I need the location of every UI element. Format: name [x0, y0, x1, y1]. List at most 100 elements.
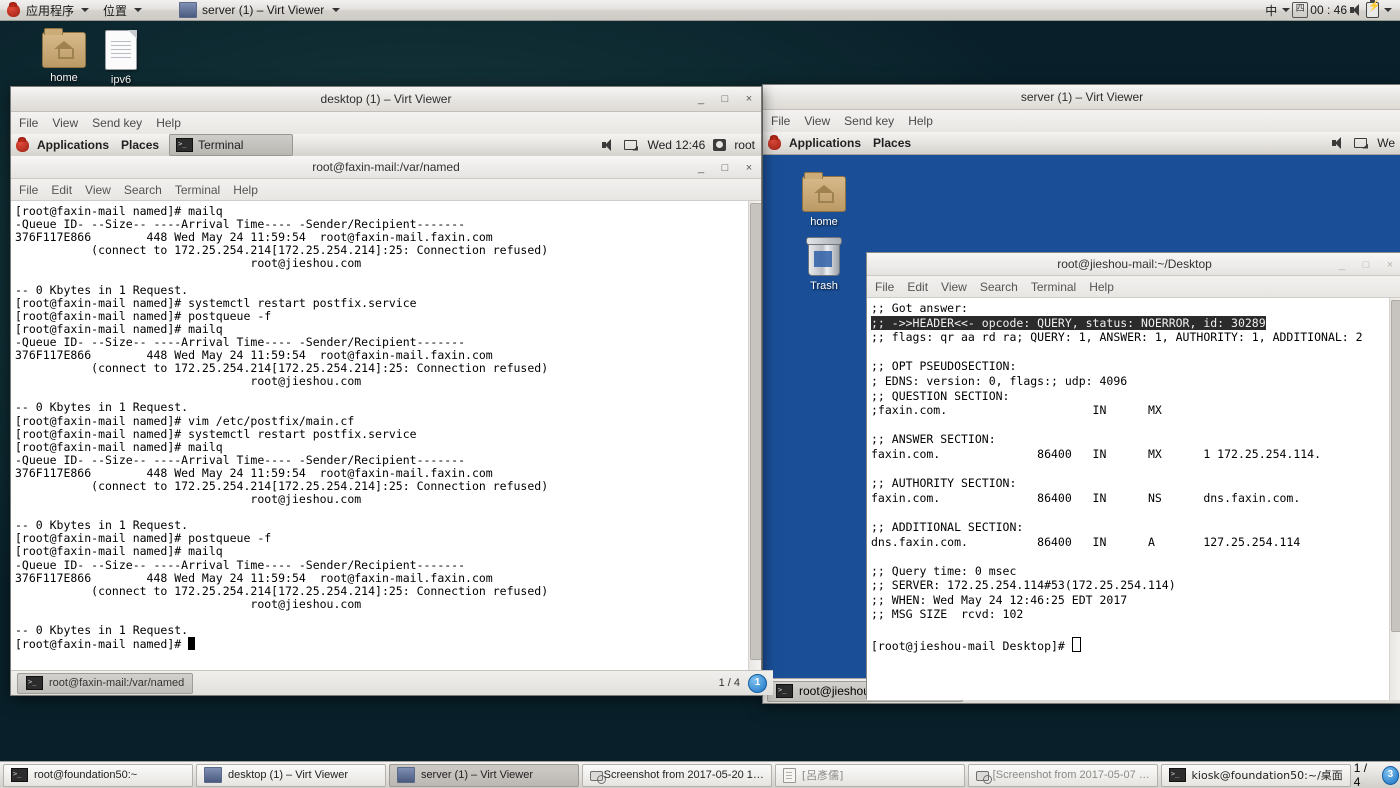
terminal-line: [root@faxin-mail named]# postqueue -f: [15, 308, 272, 323]
user-avatar-icon[interactable]: [713, 139, 727, 151]
menu-file[interactable]: File: [19, 183, 38, 197]
server-window-titlebar[interactable]: server (1) – Virt Viewer: [763, 85, 1400, 110]
desktop-icon-ipv6[interactable]: ipv6: [85, 30, 157, 86]
faxin-terminal-title: root@faxin-mail:/var/named: [312, 160, 460, 174]
applications-menu[interactable]: 应用程序: [0, 0, 96, 20]
statusbar-task-button[interactable]: >_ root@faxin-mail:/var/named: [17, 672, 194, 694]
menu-edit[interactable]: Edit: [907, 280, 928, 294]
guest-clock-label[interactable]: Wed 12:46: [647, 138, 705, 152]
battery-icon[interactable]: [1366, 0, 1380, 18]
menu-search[interactable]: Search: [124, 183, 162, 197]
terminal-scrollbar[interactable]: [1389, 298, 1400, 700]
taskbar-item-label: root@foundation50:~: [34, 769, 138, 781]
menu-send-key[interactable]: Send key: [92, 116, 142, 130]
chevron-down-icon[interactable]: [1384, 8, 1392, 12]
guest-clock-label[interactable]: We: [1377, 136, 1395, 150]
maximize-button[interactable]: □: [719, 162, 731, 174]
terminal-scrollbar[interactable]: [748, 201, 761, 678]
network-icon[interactable]: [624, 139, 639, 152]
active-window-menu[interactable]: server (1) – Virt Viewer: [179, 2, 341, 18]
jieshou-terminal-window[interactable]: root@jieshou-mail:~/Desktop _ □ × File E…: [866, 252, 1400, 700]
terminal-line: ;; WHEN: Wed May 24 12:46:25 EDT 2017: [871, 592, 1128, 607]
guest-places-menu[interactable]: Places: [867, 132, 917, 154]
input-method-indicator[interactable]: 中: [1265, 2, 1277, 19]
menu-help[interactable]: Help: [233, 183, 258, 197]
menu-file[interactable]: File: [19, 116, 38, 130]
network-icon[interactable]: [1354, 137, 1369, 150]
taskbar-item-3[interactable]: Screenshot from 2017-05-20 1…: [581, 763, 772, 787]
taskbar-item-label: [呂彥儒]: [801, 769, 844, 782]
terminal-line: ;; flags: qr aa rd ra; QUERY: 1, ANSWER:…: [871, 330, 1363, 345]
taskbar-item-0[interactable]: >_ root@foundation50:~: [3, 763, 193, 787]
workspace-indicator: 1 / 4: [1353, 761, 1368, 788]
taskbar-item-5[interactable]: [Screenshot from 2017-05-07 …: [967, 763, 1158, 787]
minimize-button[interactable]: _: [695, 162, 707, 174]
bottom-taskbar: >_ root@foundation50:~ desktop (1) – Vir…: [0, 761, 1400, 788]
faxin-terminal-titlebar[interactable]: root@faxin-mail:/var/named _ □ ×: [11, 156, 761, 179]
minimize-button[interactable]: _: [695, 93, 707, 105]
image-viewer-icon: [975, 769, 992, 784]
places-menu[interactable]: 位置: [96, 0, 149, 20]
menu-view[interactable]: View: [52, 116, 78, 130]
close-button[interactable]: ×: [743, 162, 755, 174]
terminal-icon: >_: [176, 138, 194, 152]
terminal-line: 376F117E866 448 Wed May 24 11:59:54 root…: [15, 570, 493, 585]
terminal-line: [root@faxin-mail named]#: [15, 637, 761, 651]
menu-terminal[interactable]: Terminal: [1031, 280, 1076, 294]
jieshou-terminal-output[interactable]: ;; Got answer:;; ->>HEADER<<- opcode: QU…: [867, 298, 1400, 700]
menu-help[interactable]: Help: [156, 116, 181, 130]
faxin-terminal-output[interactable]: [root@faxin-mail named]# mailq -Queue ID-…: [11, 201, 761, 678]
menu-view[interactable]: View: [941, 280, 967, 294]
maximize-button[interactable]: □: [1360, 259, 1372, 271]
jieshou-terminal-window-buttons: _ □ ×: [1336, 253, 1396, 277]
guest-places-menu[interactable]: Places: [115, 134, 165, 156]
desktop-virt-viewer-window[interactable]: desktop (1) – Virt Viewer _ □ × File Vie…: [10, 86, 773, 696]
taskbar-item-2[interactable]: server (1) – Virt Viewer: [388, 763, 579, 787]
menu-search[interactable]: Search: [980, 280, 1018, 294]
desktop-window-buttons: _ □ ×: [695, 87, 755, 111]
menu-help[interactable]: Help: [1089, 280, 1114, 294]
guest-desktop-icon-home[interactable]: home: [788, 172, 860, 228]
close-button[interactable]: ×: [743, 93, 755, 105]
jieshou-terminal-menubar: File Edit View Search Terminal Help: [867, 276, 1400, 298]
menu-file[interactable]: File: [771, 114, 790, 128]
chevron-down-icon[interactable]: [1282, 8, 1291, 12]
taskbar-item-1[interactable]: desktop (1) – Virt Viewer: [195, 763, 386, 787]
taskbar-item-label: Screenshot from 2017-05-20 1…: [603, 769, 764, 781]
menu-help[interactable]: Help: [908, 114, 933, 128]
minimize-button[interactable]: _: [1336, 259, 1348, 271]
terminal-cursor: [1071, 636, 1081, 652]
guest-applications-menu[interactable]: Applications: [783, 132, 867, 154]
terminal-line: ;; ANSWER SECTION:: [871, 432, 996, 447]
guest-applications-menu[interactable]: Applications: [31, 134, 115, 156]
redhat-logo-icon: [768, 134, 781, 150]
status-badge[interactable]: 3: [1381, 765, 1399, 785]
menu-edit[interactable]: Edit: [51, 183, 72, 197]
guest-user-label[interactable]: root: [734, 138, 755, 152]
taskbar-item-6[interactable]: >_ kiosk@foundation50:~/桌面: [1160, 763, 1351, 787]
clock-label[interactable]: 00 : 46: [1310, 3, 1347, 17]
maximize-button[interactable]: □: [719, 93, 731, 105]
menu-terminal[interactable]: Terminal: [175, 183, 220, 197]
desktop-window-titlebar[interactable]: desktop (1) – Virt Viewer _ □ ×: [11, 87, 761, 112]
server-virt-viewer-window[interactable]: server (1) – Virt Viewer File View Send …: [762, 84, 1400, 704]
terminal-line: [root@faxin-mail named]# mailq: [15, 544, 223, 559]
top-panel-tray: 中 四 00 : 46: [1265, 0, 1400, 19]
jieshou-terminal-titlebar[interactable]: root@jieshou-mail:~/Desktop _ □ ×: [867, 253, 1400, 276]
taskbar-item-4[interactable]: [呂彥儒]: [774, 763, 965, 787]
menu-file[interactable]: File: [875, 280, 894, 294]
menu-send-key[interactable]: Send key: [844, 114, 894, 128]
guest-task-terminal[interactable]: >_ Terminal: [169, 134, 294, 156]
volume-icon[interactable]: [1349, 3, 1364, 17]
calendar-icon[interactable]: 四: [1292, 2, 1309, 18]
guest-desktop-icon-trash[interactable]: Trash: [788, 237, 860, 292]
status-badge[interactable]: 1: [748, 673, 767, 693]
faxin-terminal-window[interactable]: root@faxin-mail:/var/named _ □ × File Ed…: [11, 156, 761, 678]
volume-icon[interactable]: [601, 138, 616, 152]
menu-view[interactable]: View: [85, 183, 111, 197]
close-button[interactable]: ×: [1384, 259, 1396, 271]
volume-icon[interactable]: [1331, 136, 1346, 150]
menu-view[interactable]: View: [804, 114, 830, 128]
